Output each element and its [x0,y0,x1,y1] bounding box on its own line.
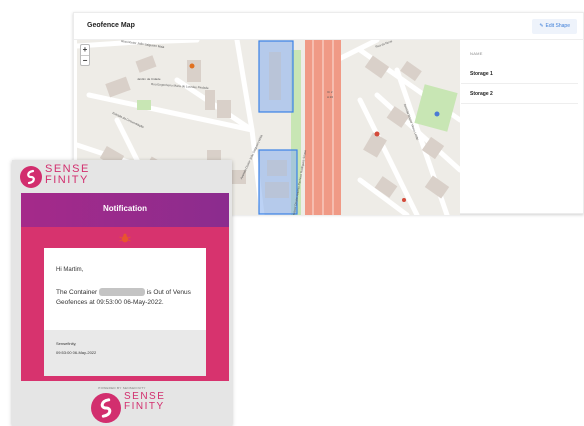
geofence-list: NAME Storage 1 Storage 2 [461,40,584,215]
logo-swirl-icon [100,398,112,418]
logo-swirl-icon [27,169,35,185]
email-header: Notification [21,193,229,227]
map-zoom-control: + − [80,44,90,66]
list-item-label: Storage 2 [470,91,493,97]
edit-shape-button[interactable]: ✎ Edit Shape [532,19,577,34]
signature-time: 09:53:00 06-May-2022 [56,350,97,355]
message-text-start: The Container [56,289,98,296]
list-header-name: NAME [470,51,483,56]
email-body: Hi Martim, The Container is Out of Venus… [21,227,229,381]
email-title: Notification [103,204,147,213]
map-label-route2: A 20 [327,95,334,99]
logo-mark [20,166,42,188]
signature-block: Sensefinity, 09:53:00 06-May-2022 [44,330,206,376]
zoom-out-button[interactable]: − [81,55,89,65]
logo-line2: FINITY [124,401,165,412]
notification-email: SENSE FINITY Notification Hi Martim, The… [12,160,232,426]
geofence-header: Geofence Map ✎ Edit Shape [74,13,584,40]
logo-mark [91,393,121,423]
list-item-storage-1[interactable]: Storage 1 [461,64,578,84]
zoom-in-button[interactable]: + [81,45,89,55]
redacted-container-id [99,288,146,297]
message-text: The Container is Out of Venus Geofences … [56,288,208,308]
map-label-route: IC 2 [327,90,333,94]
page-title: Geofence Map [87,22,135,29]
list-item-label: Storage 1 [470,71,493,77]
list-item-storage-2[interactable]: Storage 2 [461,84,578,104]
greeting-text: Hi Martim, [56,267,84,273]
logo-text: SENSE FINITY [45,164,90,186]
powered-by-text: POWERED BY SENSEFINITY [98,386,146,390]
edit-shape-label: Edit Shape [545,23,570,29]
alert-bug-icon [119,233,131,243]
pencil-icon: ✎ [539,23,544,29]
logo-line2: FINITY [45,174,89,186]
logo-text: SENSE FINITY [124,392,165,412]
map-label-garden: Jardim da Cidade [137,77,161,81]
screenshot-stage: Geofence Map ✎ Edit Shape + − Rua Doutor… [0,0,584,426]
message-box: Hi Martim, The Container is Out of Venus… [44,248,206,376]
signature-name: Sensefinity, [56,341,77,346]
